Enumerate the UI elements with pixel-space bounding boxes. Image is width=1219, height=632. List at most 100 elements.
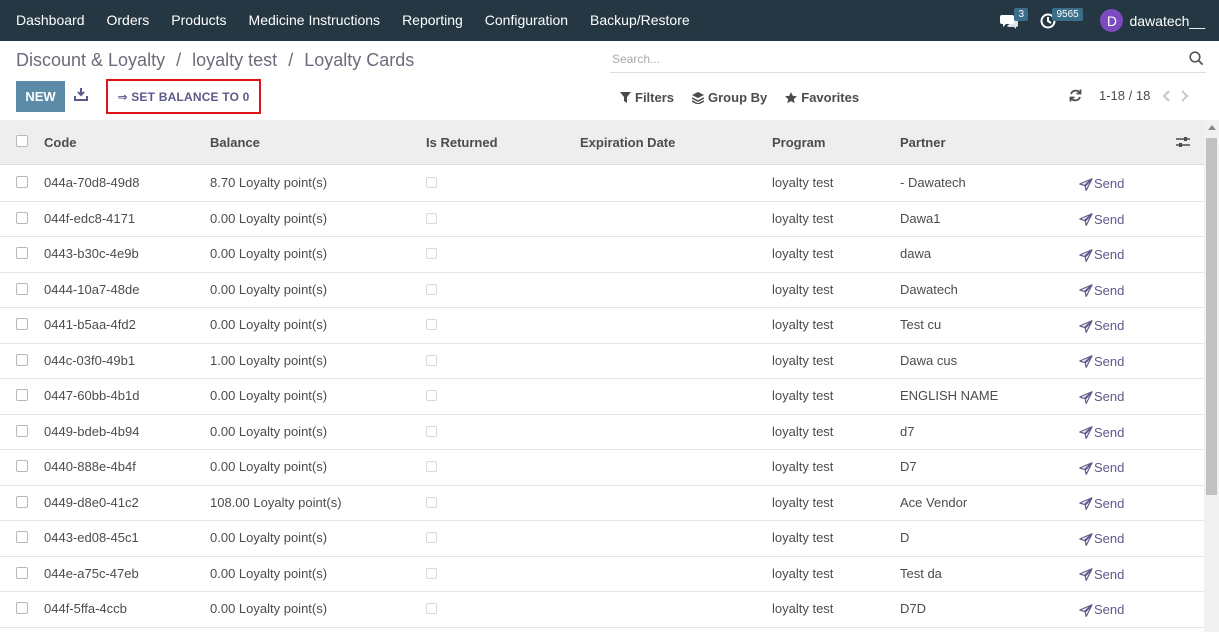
send-button[interactable]: Send	[1079, 166, 1124, 202]
row-select-checkbox[interactable]	[16, 176, 28, 188]
is-returned-checkbox	[426, 496, 437, 508]
cell-program: loyalty test	[772, 175, 834, 190]
cell-code: 0443-b30c-4e9b	[44, 246, 139, 261]
table-row[interactable]: 0440-888e-4b4f 0.00 Loyalty point(s) loyal…	[0, 450, 1204, 486]
chevron-left-icon[interactable]	[1162, 89, 1171, 102]
send-button[interactable]: Send	[1079, 486, 1124, 522]
row-select-checkbox[interactable]	[16, 211, 28, 224]
search-input[interactable]	[610, 47, 1170, 71]
table-row[interactable]: 0444-10a7-48de 0.00 Loyalty point(s) loyal…	[0, 273, 1204, 309]
table-row[interactable]: 0447-60bb-4b1d 0.00 Loyalty point(s) loyal…	[0, 379, 1204, 415]
send-button[interactable]: Send	[1079, 308, 1124, 344]
paper-plane-icon	[1079, 390, 1093, 404]
cell-balance: 0.00 Loyalty point(s)	[210, 210, 328, 226]
cell-partner: - Dawatech	[900, 175, 966, 190]
column-header-is-returned[interactable]: Is Returned	[426, 120, 498, 166]
send-button[interactable]: Send	[1079, 202, 1124, 238]
cell-balance: 0.00 Loyalty point(s)	[210, 601, 328, 616]
optional-columns-icon[interactable]	[1176, 136, 1190, 149]
refresh-icon[interactable]	[1069, 89, 1082, 102]
row-select-checkbox[interactable]	[16, 460, 28, 472]
column-header-expiration-date[interactable]: Expiration Date	[580, 120, 675, 166]
send-button[interactable]: Send	[1079, 344, 1124, 380]
paper-plane-icon	[1079, 248, 1093, 262]
nav-item-reporting[interactable]: Reporting	[391, 0, 474, 41]
table-row[interactable]: 0443-ed08-45c1 0.00 Loyalty point(s) loyal…	[0, 521, 1204, 557]
row-select-checkbox[interactable]	[16, 353, 28, 366]
table-row[interactable]: 0449-bdeb-4b94 0.00 Loyalty point(s) loyal…	[0, 415, 1204, 451]
chevron-right-icon[interactable]	[1180, 89, 1189, 102]
table-row[interactable]: 044e-a75c-47eb 0.00 Loyalty point(s) loyal…	[0, 557, 1204, 593]
row-select-checkbox[interactable]	[16, 531, 28, 543]
messages-count-badge: 3	[1014, 8, 1029, 21]
table-row[interactable]: 044f-5ffa-4ccb 0.00 Loyalty point(s) loyal…	[0, 592, 1204, 628]
table-row[interactable]: 0441-b5aa-4fd2 0.00 Loyalty point(s) loyal…	[0, 308, 1204, 344]
cell-code: 0447-60bb-4b1d	[44, 388, 140, 403]
scroll-up-arrow[interactable]	[1208, 125, 1216, 130]
paper-plane-icon	[1079, 355, 1093, 368]
new-button[interactable]: NEW	[16, 81, 65, 112]
cell-partner: Dawatech	[900, 281, 958, 297]
paper-plane-icon	[1079, 213, 1093, 226]
breadcrumb-item-discount-loyalty[interactable]: Discount & Loyalty	[16, 50, 165, 70]
row-select-checkbox[interactable]	[16, 602, 28, 614]
pager-value[interactable]: 1-18 / 18	[1099, 88, 1150, 103]
row-select-checkbox[interactable]	[16, 389, 28, 401]
breadcrumb-item-loyalty-test[interactable]: loyalty test	[192, 50, 277, 70]
messages-menu[interactable]: 3	[1000, 0, 1029, 41]
table-row[interactable]: 0449-d8e0-41c2 108.00 Loyalty point(s) loy…	[0, 486, 1204, 522]
download-icon	[74, 88, 88, 101]
nav-item-dashboard[interactable]: Dashboard	[0, 0, 96, 41]
cell-partner: ENGLISH NAME	[900, 388, 999, 403]
send-button[interactable]: Send	[1079, 450, 1124, 486]
column-header-code[interactable]: Code	[44, 120, 77, 166]
download-button[interactable]	[74, 87, 88, 104]
send-button[interactable]: Send	[1079, 592, 1124, 628]
row-select-checkbox[interactable]	[16, 318, 28, 330]
is-returned-checkbox	[426, 212, 437, 224]
send-label: Send	[1094, 318, 1125, 333]
send-button[interactable]: Send	[1079, 237, 1124, 273]
table-row[interactable]: 044f-edc8-4171 0.00 Loyalty point(s) loyal…	[0, 202, 1204, 238]
row-select-checkbox[interactable]	[16, 424, 28, 437]
select-all-checkbox[interactable]	[16, 135, 28, 147]
send-label: Send	[1094, 495, 1125, 511]
row-select-checkbox[interactable]	[16, 282, 28, 295]
paper-plane-icon	[1079, 426, 1093, 439]
column-header-program[interactable]: Program	[772, 120, 825, 166]
send-button[interactable]: Send	[1079, 379, 1124, 415]
cell-program: loyalty test	[772, 352, 834, 368]
filters-dropdown[interactable]: Filters	[620, 90, 674, 105]
table-row[interactable]: 0443-b30c-4e9b 0.00 Loyalty point(s) loyal…	[0, 237, 1204, 273]
send-button[interactable]: Send	[1079, 557, 1124, 593]
table-row[interactable]: 044a-70d8-49d8 8.70 Loyalty point(s) loyal…	[0, 166, 1204, 202]
group-by-dropdown[interactable]: Group By	[692, 90, 767, 105]
column-header-balance[interactable]: Balance	[210, 120, 260, 166]
is-returned-checkbox	[426, 319, 437, 330]
nav-item-orders[interactable]: Orders	[96, 0, 161, 41]
send-button[interactable]: Send	[1079, 273, 1124, 309]
activities-menu[interactable]: 9565	[1040, 0, 1083, 41]
nav-item-configuration[interactable]: Configuration	[474, 0, 579, 41]
send-button[interactable]: Send	[1079, 415, 1124, 451]
nav-item-medicine-instructions[interactable]: Medicine Instructions	[238, 0, 392, 41]
is-returned-checkbox	[426, 425, 437, 437]
send-button[interactable]: Send	[1079, 521, 1124, 557]
vertical-scrollbar[interactable]	[1204, 120, 1219, 632]
column-header-partner[interactable]: Partner	[900, 120, 946, 166]
row-select-checkbox[interactable]	[16, 247, 28, 259]
user-menu[interactable]: D dawatech__	[1100, 9, 1205, 32]
row-select-checkbox[interactable]	[16, 566, 28, 579]
is-returned-checkbox	[426, 248, 437, 259]
cell-code: 0443-ed08-45c1	[44, 530, 139, 545]
table-row[interactable]: 044c-03f0-49b1 1.00 Loyalty point(s) loyal…	[0, 344, 1204, 380]
favorites-dropdown[interactable]: Favorites	[785, 90, 859, 105]
cell-balance: 0.00 Loyalty point(s)	[210, 530, 328, 545]
nav-item-products[interactable]: Products	[160, 0, 237, 41]
breadcrumb: Discount & Loyalty / loyalty test / Loya…	[16, 50, 414, 71]
search-icon[interactable]	[1189, 51, 1204, 66]
row-select-checkbox[interactable]	[16, 495, 28, 508]
scroll-thumb[interactable]	[1206, 138, 1217, 495]
set-balance-to-zero-button[interactable]: ⇒ SET BALANCE TO 0	[106, 79, 261, 114]
nav-item-backup-restore[interactable]: Backup/Restore	[579, 0, 701, 41]
